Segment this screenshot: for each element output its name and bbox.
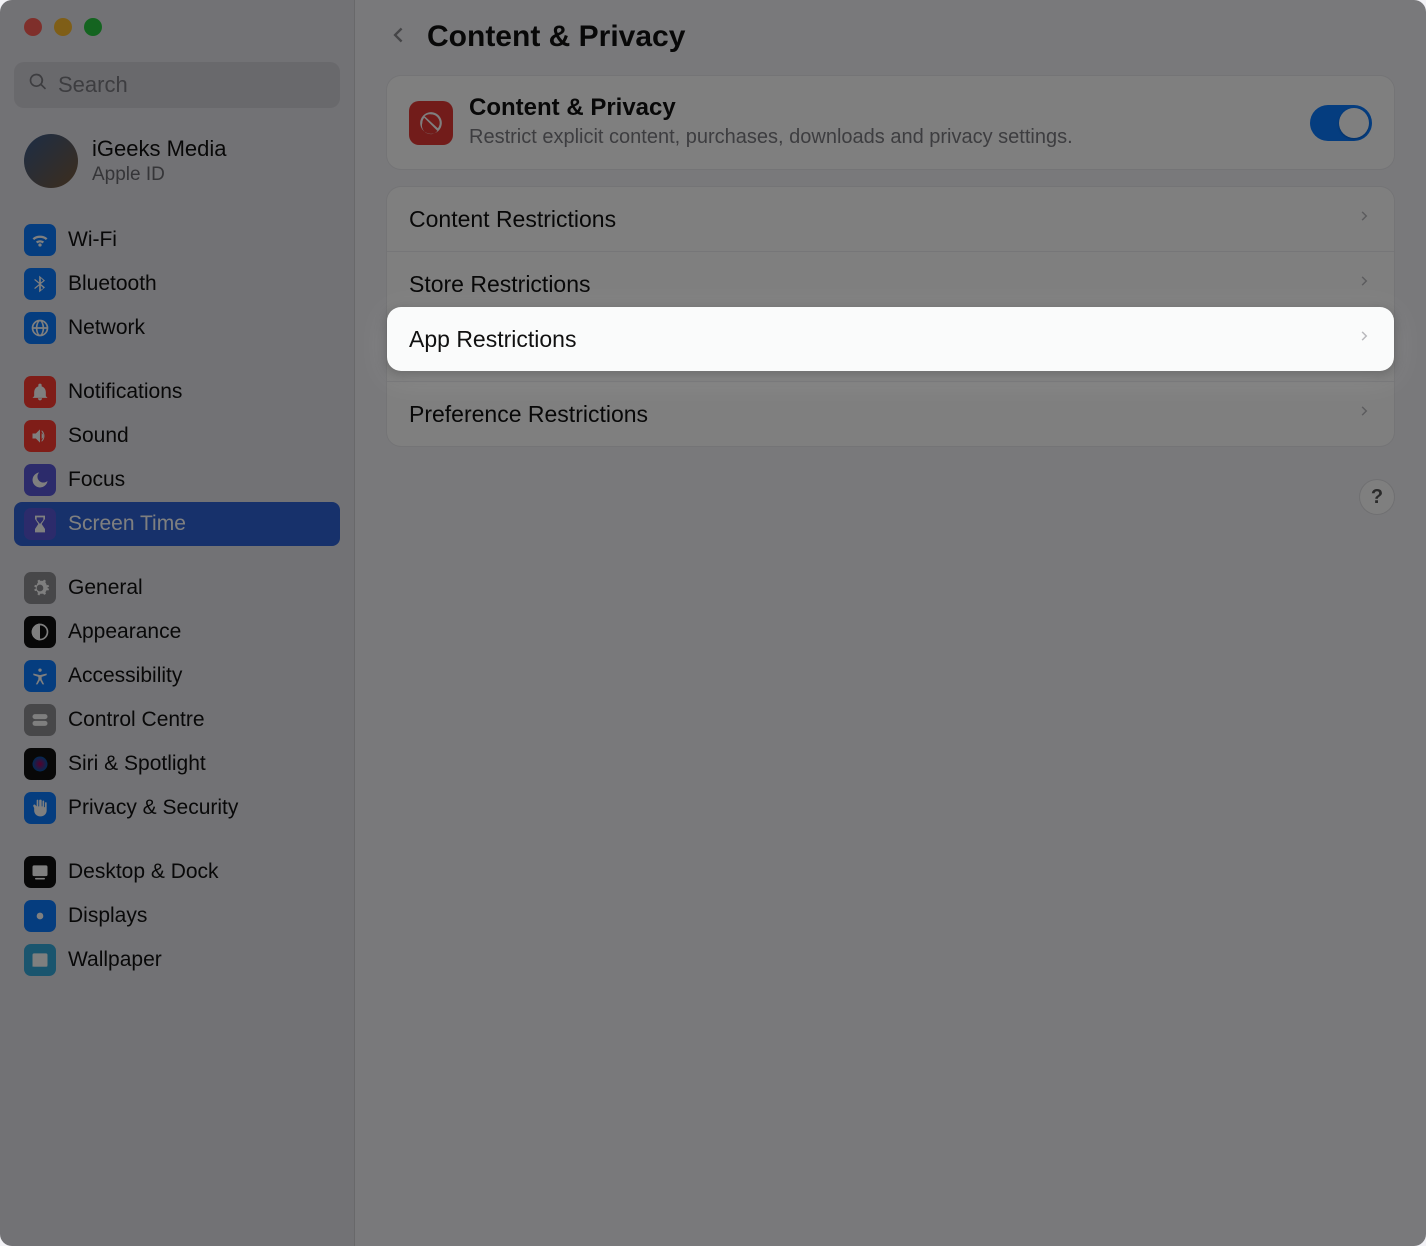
content-restrictions-row[interactable]: Content Restrictions bbox=[387, 187, 1394, 251]
hand-icon bbox=[24, 792, 56, 824]
chevron-right-icon bbox=[1358, 400, 1372, 428]
globe-icon bbox=[24, 312, 56, 344]
content-header: Content & Privacy bbox=[387, 20, 1394, 54]
back-button[interactable] bbox=[387, 21, 409, 54]
hero-subtitle: Restrict explicit content, purchases, do… bbox=[469, 124, 1294, 151]
sidebar-nav: Wi-Fi Bluetooth Network Notifications Sound F… bbox=[0, 208, 354, 992]
close-button[interactable] bbox=[24, 18, 42, 36]
sidebar-item-label: Bluetooth bbox=[68, 272, 157, 296]
sidebar-item-notifications[interactable]: Notifications bbox=[14, 370, 340, 414]
siri-icon bbox=[24, 748, 56, 780]
gear-icon bbox=[24, 572, 56, 604]
chevron-right-icon bbox=[1358, 270, 1372, 298]
sidebar-item-label: Desktop & Dock bbox=[68, 860, 219, 884]
help-button[interactable]: ? bbox=[1360, 480, 1394, 514]
sidebar-item-appearance[interactable]: Appearance bbox=[14, 610, 340, 654]
sidebar-item-accessibility[interactable]: Accessibility bbox=[14, 654, 340, 698]
sidebar-item-label: Appearance bbox=[68, 620, 181, 644]
window-controls bbox=[0, 18, 354, 36]
sidebar-item-screen-time[interactable]: Screen Time bbox=[14, 502, 340, 546]
sidebar-item-label: Notifications bbox=[68, 380, 182, 404]
row-label: App Restrictions bbox=[409, 326, 576, 353]
sidebar-item-control-centre[interactable]: Control Centre bbox=[14, 698, 340, 742]
account-name: iGeeks Media bbox=[92, 136, 227, 162]
sidebar-item-label: Control Centre bbox=[68, 708, 205, 732]
sidebar-item-desktop-dock[interactable]: Desktop & Dock bbox=[14, 850, 340, 894]
hourglass-icon bbox=[24, 508, 56, 540]
sidebar-item-label: Network bbox=[68, 316, 145, 340]
moon-icon bbox=[24, 464, 56, 496]
chevron-right-icon bbox=[1358, 325, 1372, 353]
sidebar-item-label: Accessibility bbox=[68, 664, 182, 688]
avatar bbox=[24, 134, 78, 188]
sidebar-item-label: Wi-Fi bbox=[68, 228, 117, 252]
settings-window: Search iGeeks Media Apple ID Wi-Fi Blueto… bbox=[0, 0, 1426, 1246]
sidebar-item-label: Sound bbox=[68, 424, 129, 448]
displays-icon bbox=[24, 900, 56, 932]
accessibility-icon bbox=[24, 660, 56, 692]
hero-title: Content & Privacy bbox=[469, 94, 1294, 122]
row-label: Store Restrictions bbox=[409, 271, 591, 298]
sidebar-item-bluetooth[interactable]: Bluetooth bbox=[14, 262, 340, 306]
minimize-button[interactable] bbox=[54, 18, 72, 36]
account-sub: Apple ID bbox=[92, 164, 227, 186]
content-privacy-toggle[interactable] bbox=[1310, 105, 1372, 141]
sidebar-item-label: Wallpaper bbox=[68, 948, 162, 972]
preference-restrictions-row[interactable]: Preference Restrictions bbox=[387, 381, 1394, 446]
wallpaper-icon bbox=[24, 944, 56, 976]
appearance-icon bbox=[24, 616, 56, 648]
search-icon bbox=[28, 72, 48, 98]
sidebar: Search iGeeks Media Apple ID Wi-Fi Blueto… bbox=[0, 0, 355, 1246]
sidebar-item-label: Screen Time bbox=[68, 512, 186, 536]
sidebar-item-wi-fi[interactable]: Wi-Fi bbox=[14, 218, 340, 262]
search-placeholder: Search bbox=[58, 72, 128, 98]
content-pane: Content & Privacy Content & Privacy Rest… bbox=[355, 0, 1426, 1246]
app-restrictions-row[interactable]: App Restrictions bbox=[387, 307, 1394, 371]
row-label: Content Restrictions bbox=[409, 206, 616, 233]
sidebar-item-siri-spotlight[interactable]: Siri & Spotlight bbox=[14, 742, 340, 786]
content-privacy-card: Content & Privacy Restrict explicit cont… bbox=[387, 76, 1394, 169]
sidebar-item-focus[interactable]: Focus bbox=[14, 458, 340, 502]
sidebar-item-label: Siri & Spotlight bbox=[68, 752, 206, 776]
wifi-icon bbox=[24, 224, 56, 256]
sidebar-item-displays[interactable]: Displays bbox=[14, 894, 340, 938]
sidebar-item-network[interactable]: Network bbox=[14, 306, 340, 350]
row-label: Preference Restrictions bbox=[409, 401, 648, 428]
sidebar-item-general[interactable]: General bbox=[14, 566, 340, 610]
bell-icon bbox=[24, 376, 56, 408]
apple-id-row[interactable]: iGeeks Media Apple ID bbox=[0, 124, 354, 208]
switches-icon bbox=[24, 704, 56, 736]
sidebar-item-privacy-security[interactable]: Privacy & Security bbox=[14, 786, 340, 830]
sidebar-item-label: General bbox=[68, 576, 143, 600]
sidebar-item-label: Privacy & Security bbox=[68, 796, 238, 820]
chevron-right-icon bbox=[1358, 205, 1372, 233]
search-input[interactable]: Search bbox=[14, 62, 340, 108]
page-title: Content & Privacy bbox=[427, 20, 685, 54]
sidebar-item-label: Focus bbox=[68, 468, 125, 492]
sound-icon bbox=[24, 420, 56, 452]
sidebar-item-wallpaper[interactable]: Wallpaper bbox=[14, 938, 340, 982]
sidebar-item-label: Displays bbox=[68, 904, 147, 928]
dock-icon bbox=[24, 856, 56, 888]
sidebar-item-sound[interactable]: Sound bbox=[14, 414, 340, 458]
content-privacy-icon bbox=[409, 101, 453, 145]
bluetooth-icon bbox=[24, 268, 56, 300]
maximize-button[interactable] bbox=[84, 18, 102, 36]
